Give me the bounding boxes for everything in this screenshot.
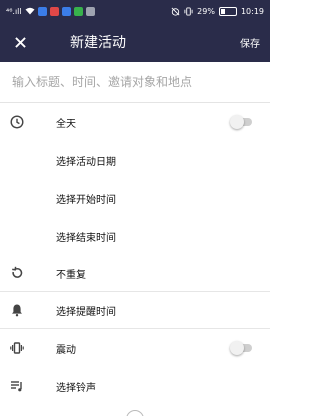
select-date-label: 选择活动日期: [56, 156, 116, 168]
toggle-thumb: [230, 341, 244, 355]
toggle-thumb: [230, 115, 244, 129]
select-start-label: 选择开始时间: [56, 194, 116, 206]
vibrate-label: 震动: [56, 344, 76, 356]
select-end-label: 选择结束时间: [56, 232, 116, 244]
repeat-icon: [10, 266, 24, 280]
alarm-off-icon: [171, 7, 180, 16]
select-date-row[interactable]: 选择活动日期: [0, 141, 270, 179]
reminder-row[interactable]: 选择提醒时间: [0, 292, 270, 328]
vibrate-status-icon: [184, 6, 193, 16]
vibrate-toggle[interactable]: [230, 341, 254, 355]
select-start-row[interactable]: 选择开始时间: [0, 179, 270, 217]
notice-red-icon: [49, 6, 59, 16]
battery-fill: [220, 8, 225, 14]
status-left: ⁴⁶.ıll: [6, 6, 95, 16]
save-button[interactable]: 保存: [238, 29, 262, 56]
bell-icon: [10, 303, 24, 317]
all-day-toggle[interactable]: [230, 115, 254, 129]
battery-icon: [218, 6, 237, 16]
ringtone-label: 选择铃声: [56, 382, 96, 394]
close-icon: [14, 36, 26, 48]
notice-blue-icon-2: [61, 6, 71, 16]
repeat-label: 不重复: [56, 269, 86, 281]
app-bar: 新建活动 保存: [0, 22, 270, 62]
ringtone-row[interactable]: 选择铃声: [0, 367, 270, 405]
battery-percent: 29%: [197, 6, 215, 16]
all-day-label: 全天: [56, 118, 76, 130]
notice-blue-icon: [37, 6, 47, 16]
vibrate-row[interactable]: 震动: [0, 329, 270, 367]
repeat-row[interactable]: 不重复: [0, 255, 270, 291]
close-button[interactable]: [0, 22, 40, 62]
all-day-row[interactable]: 全天: [0, 103, 270, 141]
music-list-icon: [10, 379, 24, 393]
status-bar: ⁴⁶.ıll 29% 10:19: [0, 0, 270, 22]
wifi-icon: [25, 7, 35, 15]
page-title: 新建活动: [70, 35, 126, 51]
vibration-icon: [10, 341, 24, 355]
reminder-label: 选择提醒时间: [56, 306, 116, 318]
select-end-row[interactable]: 选择结束时间: [0, 217, 270, 255]
status-right: 29% 10:19: [171, 6, 264, 16]
clock-icon: [10, 115, 24, 129]
notice-green-icon: [73, 6, 83, 16]
bottom-handle: [126, 410, 144, 416]
notice-gray-icon: [85, 6, 95, 16]
clock: 10:19: [240, 6, 264, 16]
signal-text: ⁴⁶.ıll: [6, 6, 22, 16]
title-input[interactable]: [0, 62, 270, 102]
title-field-container: [0, 62, 270, 103]
